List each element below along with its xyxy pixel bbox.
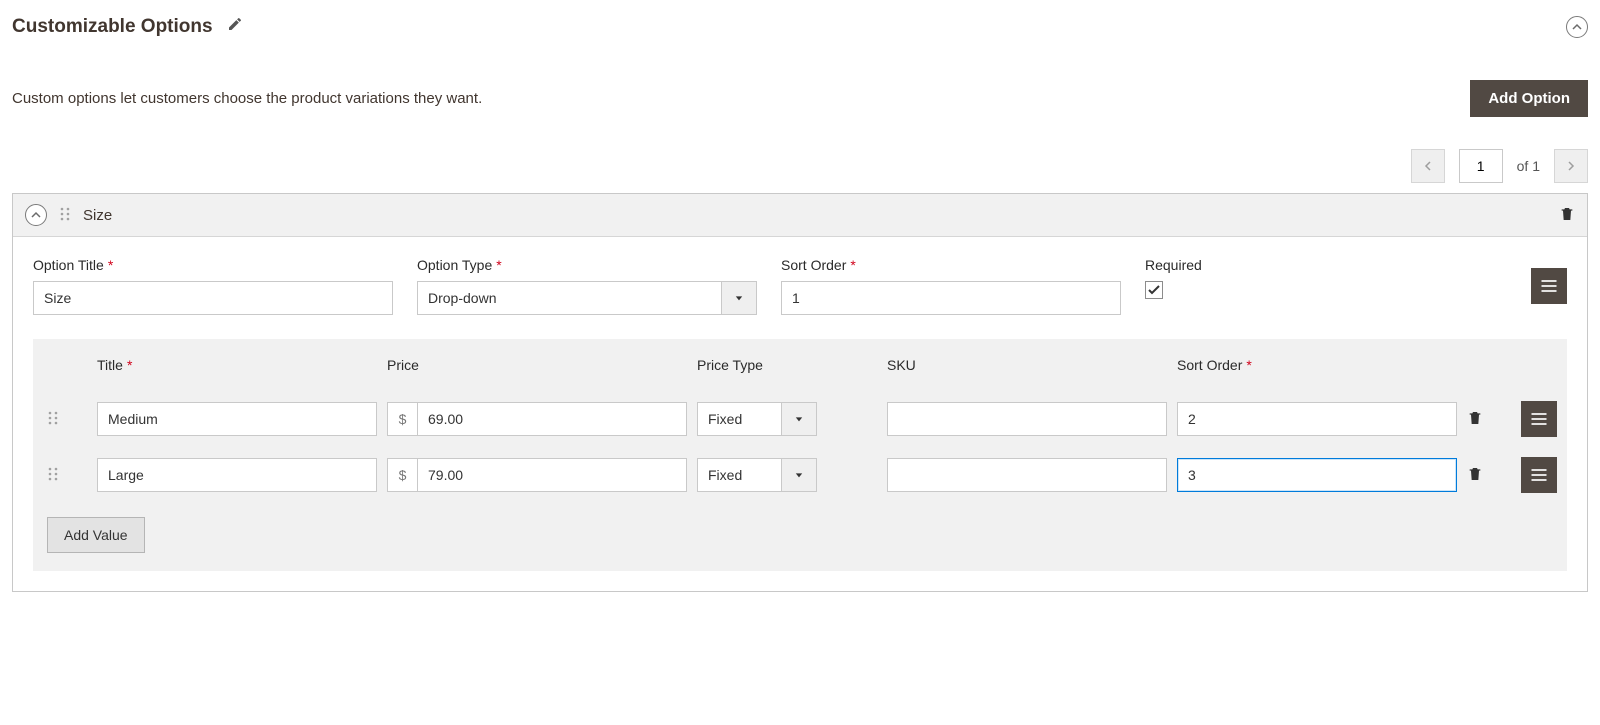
price-type-dropdown-toggle[interactable] <box>781 458 817 492</box>
sku-column-label: SKU <box>887 357 916 373</box>
option-name: Size <box>83 207 112 224</box>
drag-handle-icon[interactable] <box>47 411 87 428</box>
drag-handle-icon[interactable] <box>47 467 87 484</box>
add-option-button[interactable]: Add Option <box>1470 80 1588 117</box>
price-column-label: Price <box>387 357 419 373</box>
value-extra-button[interactable] <box>1521 401 1557 437</box>
section-collapse-toggle[interactable] <box>1566 16 1588 38</box>
price-type-dropdown-toggle[interactable] <box>781 402 817 436</box>
price-type-column-label: Price Type <box>697 357 763 373</box>
delete-option-button[interactable] <box>1559 205 1575 226</box>
sort-order-label: Sort Order <box>781 257 846 273</box>
section-title: Customizable Options <box>12 16 213 38</box>
edit-icon[interactable] <box>227 16 243 38</box>
value-price-type-select[interactable] <box>697 458 781 492</box>
value-sku-input[interactable] <box>887 402 1167 436</box>
required-asterisk: * <box>1246 357 1251 373</box>
value-sort-order-input[interactable] <box>1177 402 1457 436</box>
section-description: Custom options let customers choose the … <box>12 90 482 107</box>
required-asterisk: * <box>108 257 113 273</box>
sort-order-column-label: Sort Order <box>1177 357 1242 373</box>
next-page-button[interactable] <box>1554 149 1588 183</box>
option-extra-button[interactable] <box>1531 268 1567 304</box>
required-label: Required <box>1145 257 1202 273</box>
value-title-input[interactable] <box>97 458 377 492</box>
value-sku-input[interactable] <box>887 458 1167 492</box>
value-row: $ <box>33 391 1567 447</box>
page-number-input[interactable] <box>1459 149 1503 183</box>
required-asterisk: * <box>496 257 501 273</box>
value-price-input[interactable] <box>417 402 687 436</box>
title-column-label: Title <box>97 357 123 373</box>
value-title-input[interactable] <box>97 402 377 436</box>
delete-value-button[interactable] <box>1467 409 1511 430</box>
required-asterisk: * <box>850 257 855 273</box>
value-price-input[interactable] <box>417 458 687 492</box>
option-panel: Size Option Title* Option Type* Sort Ord… <box>12 193 1588 592</box>
value-row: $ <box>33 447 1567 503</box>
value-extra-button[interactable] <box>1521 457 1557 493</box>
option-type-dropdown-toggle[interactable] <box>721 281 757 315</box>
page-total-label: of 1 <box>1517 158 1540 174</box>
option-type-select[interactable] <box>417 281 721 315</box>
required-asterisk: * <box>127 357 132 373</box>
option-collapse-toggle[interactable] <box>25 204 47 226</box>
drag-handle-icon[interactable] <box>59 207 71 224</box>
required-checkbox[interactable] <box>1145 281 1163 299</box>
option-title-input[interactable] <box>33 281 393 315</box>
currency-prefix: $ <box>387 458 417 492</box>
option-sort-order-input[interactable] <box>781 281 1121 315</box>
value-price-type-select[interactable] <box>697 402 781 436</box>
option-title-label: Option Title <box>33 257 104 273</box>
prev-page-button[interactable] <box>1411 149 1445 183</box>
delete-value-button[interactable] <box>1467 465 1511 486</box>
value-sort-order-input[interactable] <box>1177 458 1457 492</box>
currency-prefix: $ <box>387 402 417 436</box>
add-value-button[interactable]: Add Value <box>47 517 145 553</box>
option-type-label: Option Type <box>417 257 492 273</box>
